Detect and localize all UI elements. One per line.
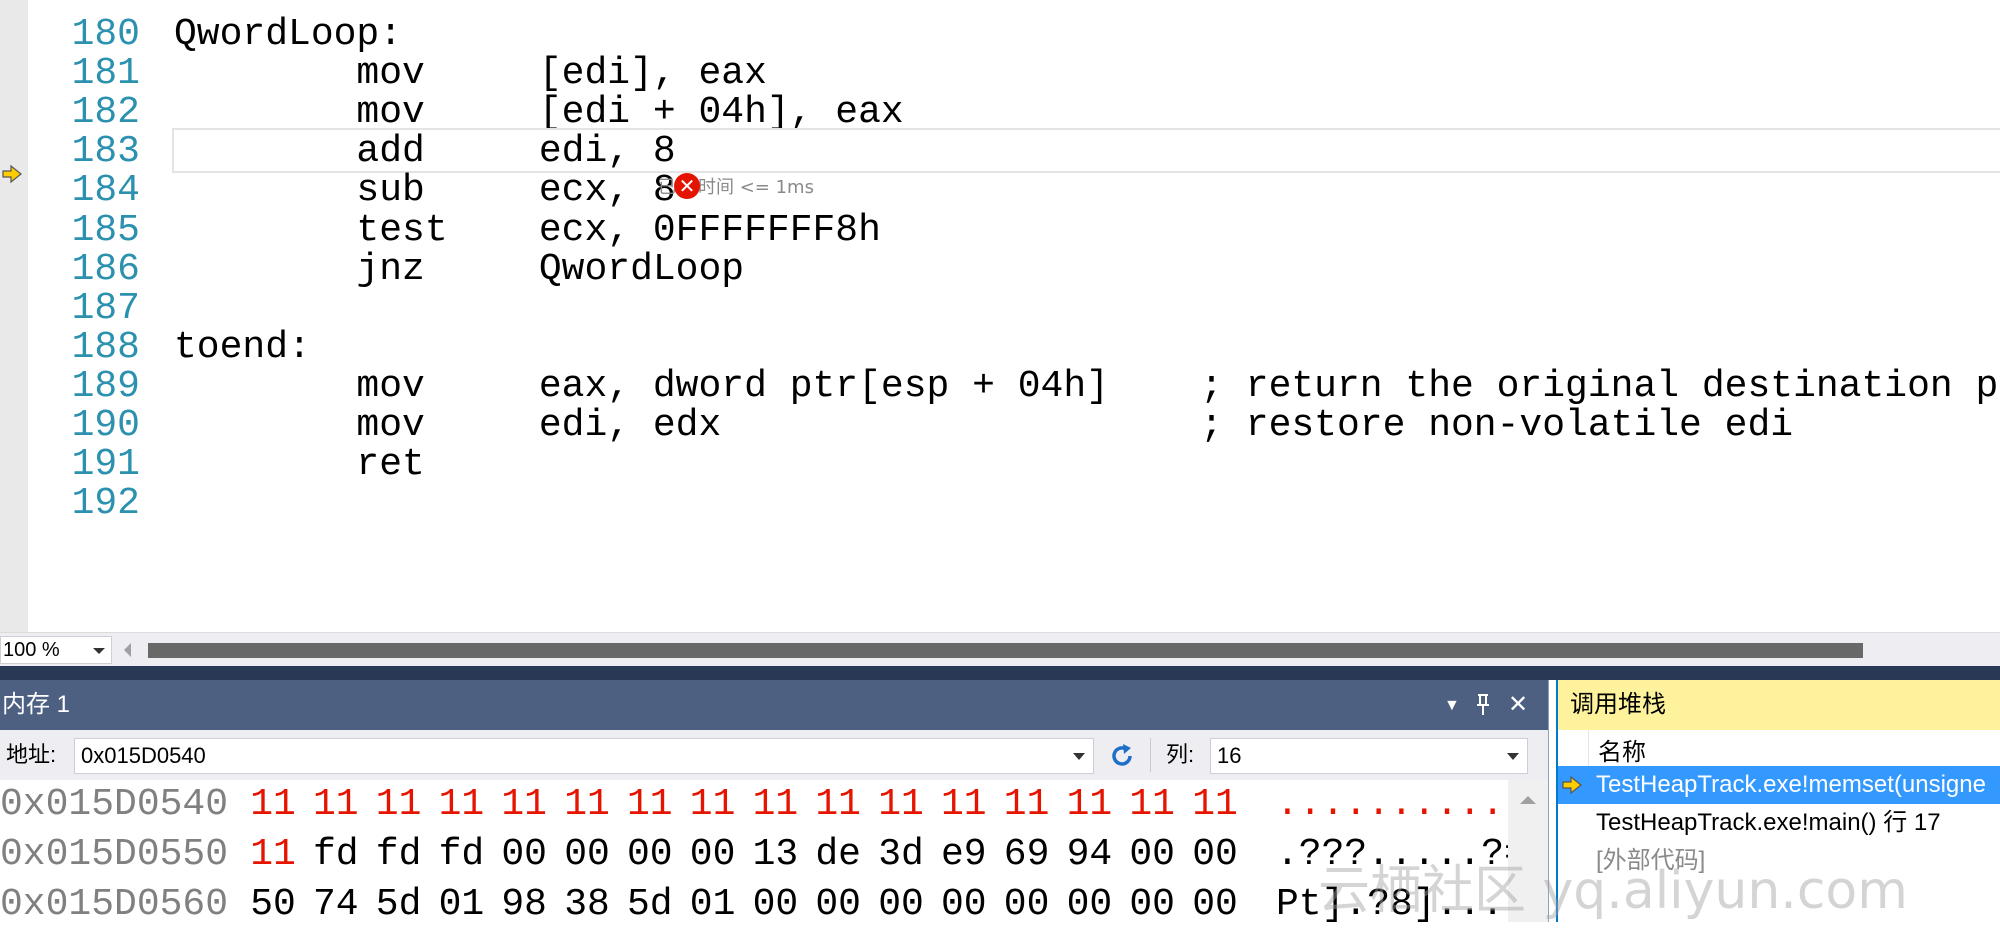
memory-byte[interactable]: 11 xyxy=(562,780,612,830)
memory-window-title: 内存 1 xyxy=(2,691,71,718)
memory-byte[interactable]: 00 xyxy=(939,880,989,930)
memory-byte[interactable]: 11 xyxy=(248,830,298,880)
memory-toolbar: 地址: 0x015D0540 列: 16 xyxy=(0,730,1548,780)
memory-byte[interactable]: fd xyxy=(436,830,486,880)
chevron-down-icon xyxy=(93,648,105,654)
memory-byte[interactable]: 11 xyxy=(1190,780,1240,830)
memory-byte[interactable]: 00 xyxy=(750,880,800,930)
call-stack-frame[interactable]: TestHeapTrack.exe!main() 行 17 xyxy=(1558,804,2000,842)
columns-value: 16 xyxy=(1217,743,1242,768)
column-header-name[interactable]: 名称 xyxy=(1598,732,1646,767)
memory-byte[interactable]: 11 xyxy=(1064,780,1114,830)
columns-select[interactable]: 16 xyxy=(1210,738,1528,774)
memory-byte[interactable]: 01 xyxy=(688,880,738,930)
call-stack-gutter xyxy=(1558,730,1589,766)
code-line[interactable]: 192 xyxy=(0,479,2000,529)
zoom-select[interactable]: 100 % xyxy=(0,636,112,664)
memory-byte[interactable]: 11 xyxy=(311,780,361,830)
memory-byte[interactable]: 00 xyxy=(1064,880,1114,930)
memory-byte[interactable]: 01 xyxy=(436,880,486,930)
memory-byte[interactable]: 13 xyxy=(750,830,800,880)
memory-byte[interactable]: 11 xyxy=(499,780,549,830)
memory-byte[interactable]: 11 xyxy=(688,780,738,830)
memory-window-title-bar[interactable]: 内存 1 ▼ ✕ xyxy=(0,680,1548,730)
memory-window: 内存 1 ▼ ✕ 地址: 0x015D0540 列: 16 0x015D0540… xyxy=(0,680,1549,926)
memory-byte[interactable]: 00 xyxy=(562,830,612,880)
memory-byte[interactable]: 11 xyxy=(248,780,298,830)
memory-byte[interactable]: 74 xyxy=(311,880,361,930)
memory-byte[interactable]: 11 xyxy=(876,780,926,830)
memory-byte[interactable]: 00 xyxy=(1002,880,1052,930)
memory-byte[interactable]: 94 xyxy=(1064,830,1114,880)
memory-byte[interactable]: fd xyxy=(311,830,361,880)
memory-byte[interactable]: 00 xyxy=(876,880,926,930)
memory-byte[interactable]: 11 xyxy=(625,780,675,830)
memory-address: 0x015D0560 xyxy=(0,883,229,926)
address-label: 地址: xyxy=(6,742,57,767)
memory-byte[interactable]: 98 xyxy=(499,880,549,930)
call-stack-title: 调用堆栈 xyxy=(1570,691,1666,718)
address-value: 0x015D0540 xyxy=(81,743,206,768)
memory-byte[interactable]: 11 xyxy=(1002,780,1052,830)
memory-byte[interactable]: 00 xyxy=(625,830,675,880)
memory-row[interactable]: 0x015D0560 50 74 5d 01 98 38 5d 01 00 00 00 00 00 00 00… xyxy=(0,880,1527,930)
memory-byte[interactable]: de xyxy=(813,830,863,880)
perf-tip-text: 时间 <= 1ms xyxy=(698,177,814,198)
memory-byte[interactable]: 50 xyxy=(248,880,298,930)
line-number: 192 xyxy=(71,482,140,526)
memory-byte[interactable]: 3d xyxy=(876,830,926,880)
memory-row[interactable]: 0x015D0540 11 11 11 11 11 11 11 11 11 11 11 11 11 11 11… xyxy=(0,780,1527,830)
zoom-value: 100 % xyxy=(3,639,60,661)
current-frame-arrow-icon xyxy=(1562,776,1582,794)
panel-splitter[interactable] xyxy=(0,666,2000,680)
horizontal-scrollbar-thumb[interactable] xyxy=(148,643,1863,658)
window-position-dropdown-icon[interactable]: ▼ xyxy=(1444,681,1460,731)
memory-byte[interactable]: 00 xyxy=(1190,880,1240,930)
memory-byte[interactable]: 11 xyxy=(1127,780,1177,830)
memory-byte[interactable]: 11 xyxy=(374,780,424,830)
call-stack-title-bar[interactable]: 调用堆栈 xyxy=(1558,680,2000,730)
memory-byte[interactable]: 00 xyxy=(1127,880,1177,930)
perf-tip[interactable]: 已 ✕ 时间 <= 1ms xyxy=(658,172,814,200)
call-stack-header: 名称 xyxy=(1558,730,2000,767)
memory-byte[interactable]: 00 xyxy=(499,830,549,880)
memory-byte[interactable]: 11 xyxy=(939,780,989,830)
frame-name: TestHeapTrack.exe!memset(unsigne xyxy=(1596,771,1986,798)
chevron-down-icon xyxy=(1073,753,1085,760)
memory-address: 0x015D0550 xyxy=(0,833,229,876)
memory-byte[interactable]: 5d xyxy=(374,880,424,930)
memory-byte[interactable]: 00 xyxy=(688,830,738,880)
memory-byte[interactable]: 69 xyxy=(1002,830,1052,880)
editor-bottom-bar: 100 % xyxy=(0,632,2000,667)
chevron-down-icon xyxy=(1507,753,1519,760)
memory-row[interactable]: 0x015D0550 11 fd fd fd 00 00 00 00 13 de 3d e9 69 94 00… xyxy=(0,830,1527,880)
scroll-up-icon[interactable] xyxy=(1520,796,1536,804)
memory-byte[interactable]: 5d xyxy=(625,880,675,930)
refresh-icon[interactable] xyxy=(1108,742,1136,770)
memory-byte[interactable]: 11 xyxy=(750,780,800,830)
memory-byte[interactable]: fd xyxy=(374,830,424,880)
toolbar-separator xyxy=(1150,738,1151,772)
memory-byte[interactable]: 00 xyxy=(813,880,863,930)
memory-byte[interactable]: 00 xyxy=(1127,830,1177,880)
memory-byte[interactable]: 11 xyxy=(813,780,863,830)
memory-address: 0x015D0540 xyxy=(0,783,229,826)
call-stack-frame[interactable]: TestHeapTrack.exe!memset(unsigne xyxy=(1558,766,2000,804)
memory-byte[interactable]: e9 xyxy=(939,830,989,880)
code-editor[interactable]: 180 QwordLoop: 181 mov [edi], eax 182 mov [… xyxy=(0,0,2000,632)
memory-ascii[interactable]: ........... xyxy=(1276,780,1527,830)
memory-byte[interactable]: 00 xyxy=(1190,830,1240,880)
frame-name: TestHeapTrack.exe!main() 行 17 xyxy=(1596,809,1941,836)
columns-label: 列: xyxy=(1166,742,1195,767)
address-input[interactable]: 0x015D0540 xyxy=(74,738,1094,774)
memory-byte[interactable]: 38 xyxy=(562,880,612,930)
error-icon: ✕ xyxy=(674,173,700,199)
close-icon[interactable]: ✕ xyxy=(1508,680,1528,730)
memory-byte[interactable]: 11 xyxy=(436,780,486,830)
pin-icon[interactable] xyxy=(1474,680,1492,735)
watermark: 云栖社区 yq.aliyun.com xyxy=(1318,861,1908,921)
scroll-left-icon[interactable] xyxy=(124,643,131,657)
